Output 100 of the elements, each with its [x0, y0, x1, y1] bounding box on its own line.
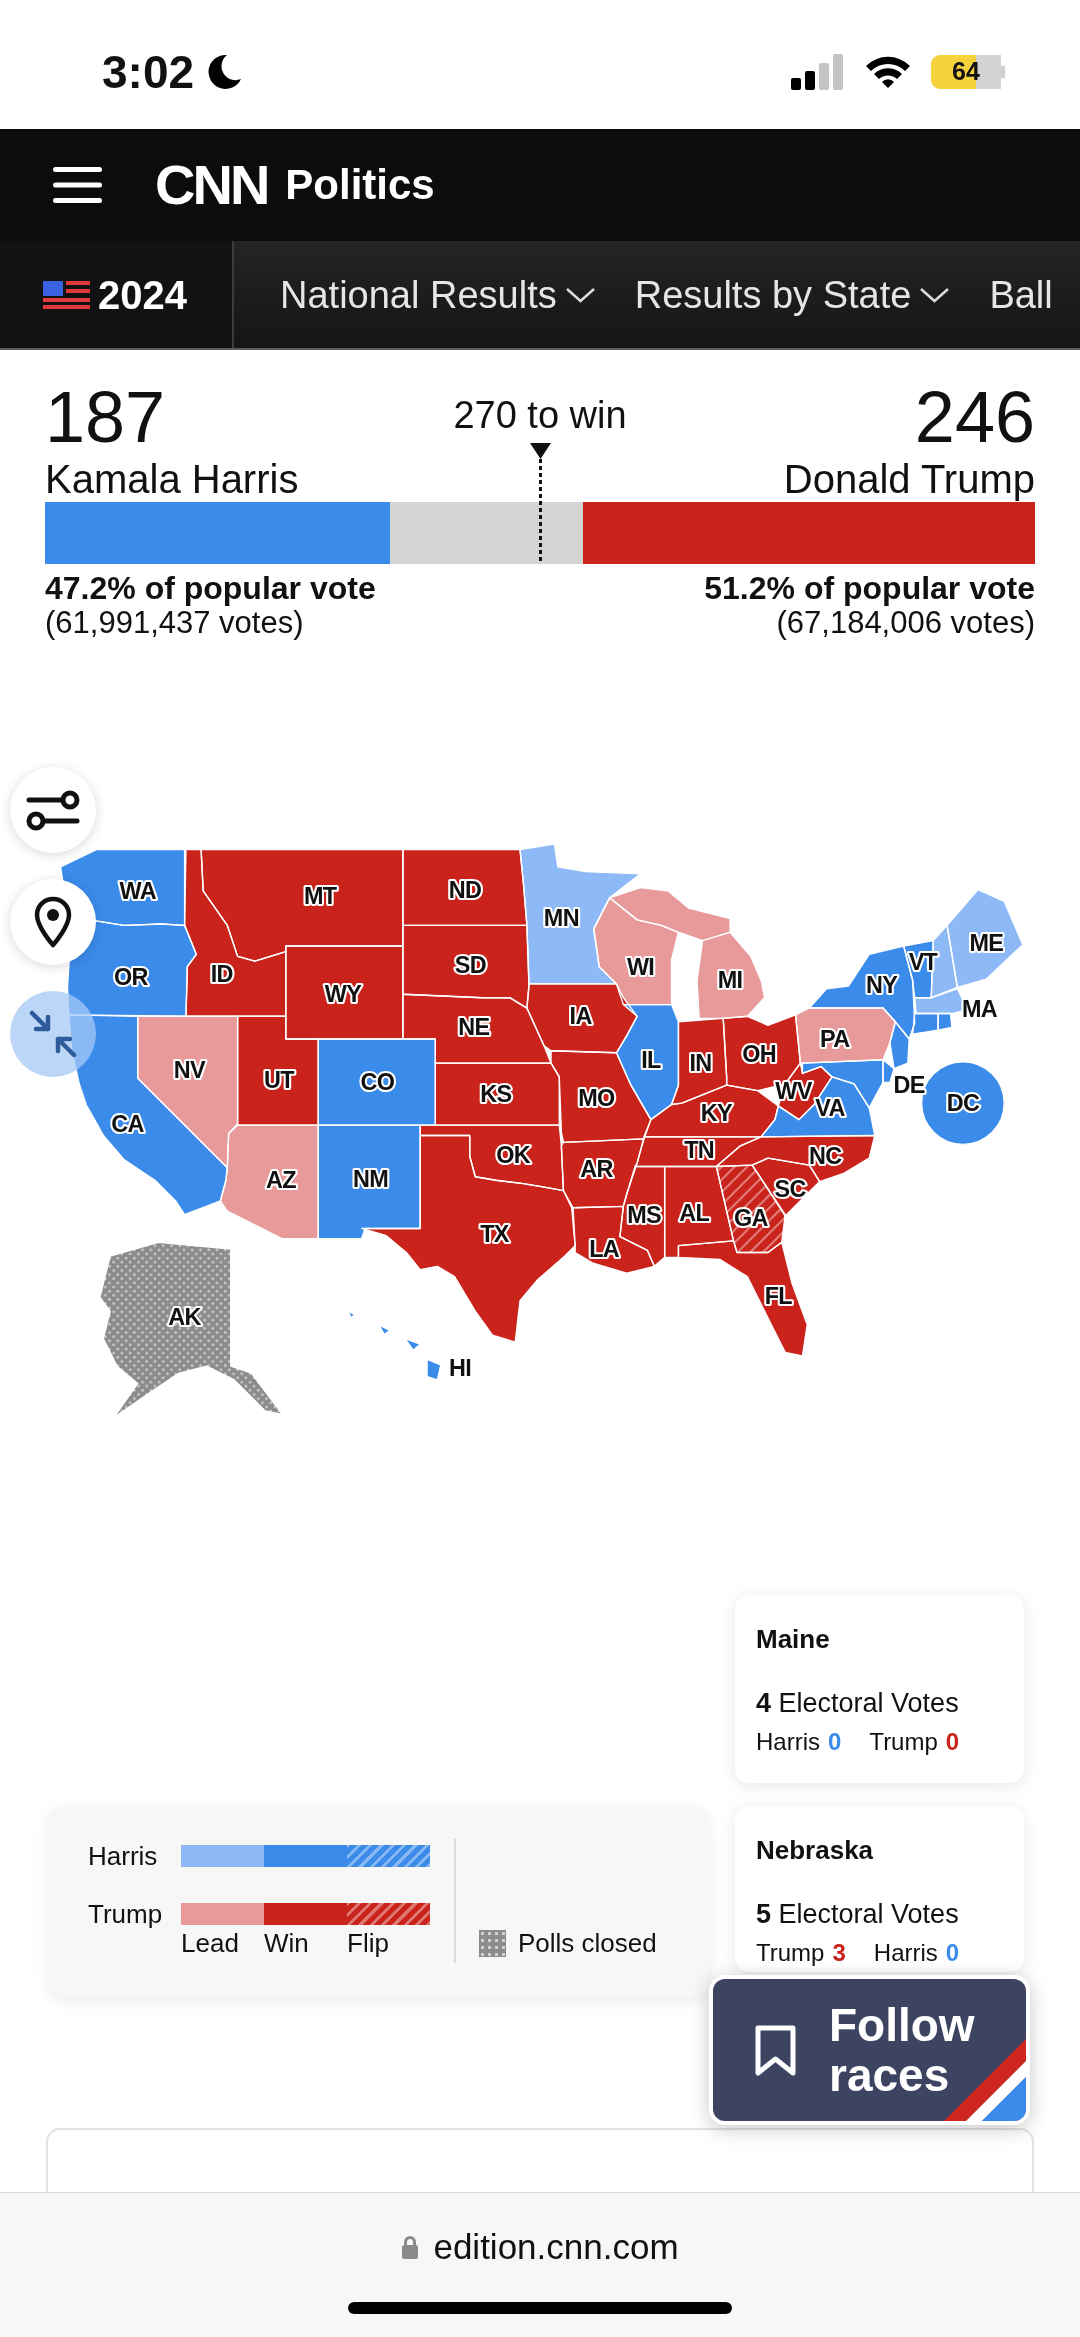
menu-icon[interactable]: [53, 167, 102, 203]
popular-vote-count: (61,991,437 votes): [45, 606, 304, 640]
electoral-vote-count: 187: [45, 381, 166, 453]
state-label: DE: [893, 1072, 925, 1099]
state-label: TN: [684, 1136, 714, 1163]
legend-label: Harris: [88, 1841, 158, 1871]
state-label: CO: [360, 1069, 395, 1096]
candidate-name: Kamala Harris: [45, 459, 299, 499]
vote-count: 0: [945, 1727, 960, 1756]
legend-label: Trump: [88, 1899, 163, 1929]
candidate-name: Trump: [869, 1727, 938, 1756]
state-label: ID: [210, 960, 233, 987]
state-label: CA: [111, 1110, 144, 1137]
state-label: GA: [733, 1205, 768, 1232]
url-text[interactable]: edition.cnn.com: [433, 2227, 679, 2267]
state-label: NE: [458, 1014, 490, 1041]
state-label: MI: [717, 967, 743, 994]
state-label: WY: [324, 981, 362, 1008]
popular-vote-share: 51.2% of popular vote: [704, 571, 1035, 606]
state-label: IA: [569, 1003, 592, 1030]
state-shape[interactable]: [318, 1125, 421, 1239]
sliders-icon: [26, 788, 80, 832]
state-label: MO: [578, 1084, 615, 1111]
state-label: DC: [946, 1090, 980, 1117]
state-label: OR: [114, 964, 148, 991]
state-label: MA: [961, 996, 997, 1023]
vote-count: 3: [832, 1938, 846, 1967]
state-label: AZ: [266, 1167, 296, 1194]
wifi-icon: [865, 54, 911, 89]
race-state-name: Maine: [756, 1624, 830, 1655]
state-label: PA: [820, 1026, 850, 1053]
state-label: SC: [774, 1176, 806, 1203]
flag-icon: [43, 280, 90, 309]
state-label: AR: [580, 1155, 613, 1182]
electoral-votes-text: 5 Electoral Votes: [756, 1898, 959, 1930]
bookmark-icon: [754, 2023, 797, 2077]
state-label: NY: [866, 972, 898, 999]
moon-icon: [208, 53, 243, 90]
state-label: OK: [496, 1141, 530, 1168]
state-label: MN: [543, 905, 579, 932]
lock-icon: [401, 2234, 420, 2260]
candidate-name: Donald Trump: [783, 459, 1035, 499]
signal-icon: [791, 53, 845, 90]
state-label: IL: [641, 1046, 661, 1073]
win-threshold-label: 270 to win: [453, 396, 627, 434]
state-label: NV: [173, 1057, 205, 1084]
state-label: KS: [480, 1081, 512, 1108]
state-label: MT: [304, 883, 337, 910]
state-shape[interactable]: [716, 1135, 875, 1182]
state-label: NM: [353, 1165, 389, 1192]
state-label: AK: [168, 1303, 201, 1330]
race-state-name: Nebraska: [756, 1835, 874, 1866]
status-time: 3:02: [102, 48, 195, 95]
state-shape[interactable]: [420, 1125, 564, 1191]
logo[interactable]: CNN: [155, 157, 268, 213]
vote-count: 0: [828, 1727, 842, 1756]
candidate-name: Harris: [756, 1727, 820, 1756]
state-shape[interactable]: [285, 946, 403, 1040]
section-title[interactable]: Politics: [285, 164, 435, 206]
nav-link[interactable]: Ball: [989, 275, 1053, 314]
state-label: HI: [449, 1354, 472, 1381]
candidate-name: Harris: [873, 1938, 938, 1967]
state-label: KY: [700, 1099, 732, 1126]
legend-label: Win: [264, 1928, 309, 1958]
collapse-arrows-icon: [28, 1009, 78, 1059]
popular-vote-count: (67,184,006 votes): [776, 606, 1035, 640]
nav-link[interactable]: Results by State: [634, 275, 951, 314]
state-shape[interactable]: [318, 1039, 436, 1126]
electoral-vote-count: 246: [914, 381, 1035, 453]
electoral-votes-text: 4 Electoral Votes: [756, 1687, 959, 1719]
state-label: SD: [454, 952, 486, 979]
state-shape[interactable]: [402, 849, 527, 926]
state-label: MS: [627, 1201, 661, 1228]
location-button[interactable]: [10, 879, 96, 965]
state-label: VA: [815, 1094, 845, 1121]
state-shape[interactable]: [619, 1166, 665, 1267]
state-label: LA: [589, 1236, 619, 1263]
legend-label: Flip: [347, 1928, 389, 1958]
state-label: OH: [742, 1041, 776, 1068]
state-label: WA: [119, 877, 156, 904]
popular-vote-share: 47.2% of popular vote: [45, 571, 376, 606]
state-label: TX: [480, 1220, 509, 1247]
state-label: AL: [679, 1199, 710, 1226]
nav-link[interactable]: National Results: [280, 275, 596, 314]
legend-label: Lead: [181, 1928, 239, 1958]
state-shape[interactable]: [435, 1063, 560, 1126]
vote-count: 0: [945, 1938, 960, 1967]
legend-label: Polls closed: [518, 1928, 657, 1958]
state-label: NC: [808, 1143, 842, 1170]
state-label: FL: [764, 1282, 792, 1309]
race-card[interactable]: Nebraska 5 Electoral Votes Trump 3 Harris 0: [735, 1806, 1024, 1972]
race-card[interactable]: Maine 4 Electoral Votes Harris 0 Trump 0: [735, 1595, 1024, 1783]
state-label: IN: [689, 1050, 712, 1077]
candidate-name: Trump: [756, 1938, 825, 1967]
state-label: ME: [969, 929, 1004, 956]
state-label: UT: [264, 1067, 294, 1094]
pin-icon: [34, 896, 72, 948]
state-shape[interactable]: [795, 1008, 896, 1064]
state-label: WI: [626, 953, 655, 980]
map-options-button[interactable]: [10, 767, 96, 853]
